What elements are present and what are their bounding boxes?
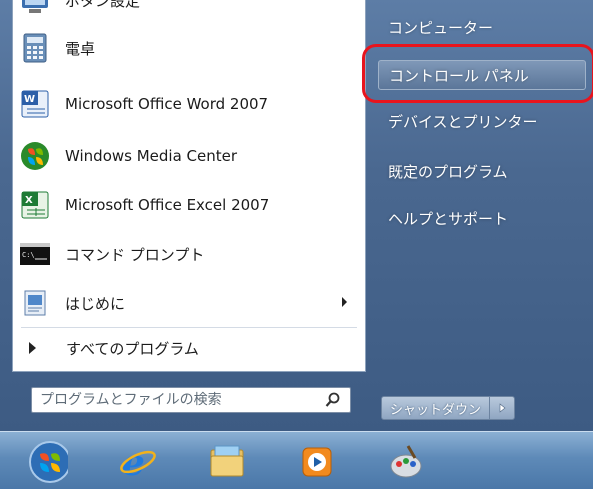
right-item-label: 既定のプログラム [388, 162, 508, 181]
file-explorer-icon[interactable] [207, 442, 247, 482]
svg-text:C:\_: C:\_ [22, 251, 40, 259]
sync-center-icon [19, 0, 51, 16]
search-box[interactable] [31, 387, 351, 413]
search-icon[interactable] [322, 389, 344, 411]
expand-arrow-icon [29, 342, 36, 354]
program-label: Windows Media Center [65, 147, 238, 165]
right-item-label: デバイスとプリンター [388, 112, 538, 131]
all-programs-label: すべてのプログラム [66, 339, 199, 358]
program-item-word[interactable]: W Microsoft Office Word 2007 [19, 84, 359, 124]
program-label: Microsoft Office Excel 2007 [65, 196, 270, 214]
shutdown-group: シャットダウン [381, 396, 516, 420]
search-input[interactable] [32, 389, 322, 411]
right-item-default-programs[interactable]: 既定のプログラム [378, 156, 586, 186]
right-item-label: コンピューター [388, 18, 494, 37]
getting-started-icon [19, 287, 51, 319]
start-orb-icon[interactable] [28, 441, 68, 483]
all-programs-button[interactable]: すべてのプログラム [19, 332, 359, 364]
right-item-computer[interactable]: コンピューター [378, 12, 586, 42]
svg-text:X: X [25, 195, 33, 206]
word-icon: W [19, 88, 51, 120]
highlight-ring [362, 44, 593, 103]
program-label: コマンド プロンプト [65, 245, 205, 264]
shutdown-button[interactable]: シャットダウン [381, 396, 491, 420]
program-label: 電卓 [65, 39, 96, 58]
submenu-arrow-icon[interactable] [342, 297, 347, 307]
chevron-right-icon [499, 403, 506, 413]
paint-icon[interactable] [386, 442, 426, 482]
shutdown-options-button[interactable] [490, 396, 516, 420]
excel-icon: X [19, 189, 51, 221]
media-player-icon[interactable] [297, 442, 337, 482]
program-item-media-center[interactable]: Windows Media Center [19, 136, 359, 176]
right-item-help-support[interactable]: ヘルプとサポート [378, 203, 586, 233]
separator [21, 327, 357, 328]
right-item-devices-printers[interactable]: デバイスとプリンター [378, 106, 586, 136]
program-item-command-prompt[interactable]: C:\_ コマンド プロンプト [19, 234, 359, 274]
program-label: ボタン設定 [65, 0, 141, 10]
media-center-icon [19, 140, 51, 172]
program-item-excel[interactable]: X Microsoft Office Excel 2007 [19, 185, 359, 225]
program-item-calculator[interactable]: 電卓 [19, 28, 359, 68]
program-item-sync[interactable]: ボタン設定 [19, 0, 359, 20]
svg-text:W: W [24, 94, 35, 105]
start-menu: ボタン設定 電卓 W Microsoft Office Word 2007 Wi… [0, 0, 593, 431]
right-item-label: ヘルプとサポート [388, 209, 509, 228]
internet-explorer-icon[interactable]: e [118, 442, 158, 482]
program-label: Microsoft Office Word 2007 [65, 95, 269, 113]
program-item-getting-started[interactable]: はじめに [19, 283, 359, 323]
program-label: はじめに [65, 294, 126, 313]
programs-pane: ボタン設定 電卓 W Microsoft Office Word 2007 Wi… [12, 0, 366, 372]
calculator-icon [19, 32, 51, 64]
taskbar: e [0, 431, 593, 489]
command-prompt-icon: C:\_ [19, 238, 51, 270]
